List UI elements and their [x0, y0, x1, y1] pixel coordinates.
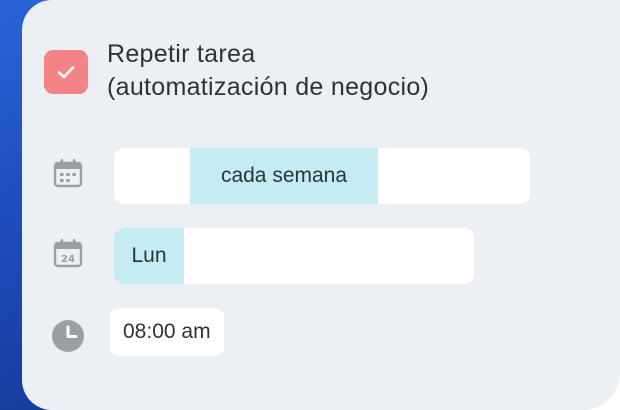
weekday-option-2[interactable] [188, 228, 256, 284]
repeat-task-row: Repetir tarea (automatización de negocio… [44, 38, 429, 104]
repeat-task-checkbox[interactable] [44, 50, 88, 94]
clock-icon [52, 320, 84, 352]
calendar-day-icon: 24 [53, 239, 83, 268]
svg-text:24: 24 [61, 254, 75, 265]
frequency-selector: cada semana [114, 148, 530, 204]
weekday-option-3[interactable] [260, 228, 330, 284]
frequency-option-3[interactable] [382, 148, 454, 204]
frequency-option-1[interactable] [114, 148, 186, 204]
frequency-option-4[interactable] [458, 148, 530, 204]
check-icon [57, 66, 75, 79]
calendar-grid-icon [53, 159, 83, 188]
frequency-option-weekly[interactable]: cada semana [190, 148, 378, 204]
repeat-task-label: Repetir tarea (automatización de negocio… [107, 38, 429, 104]
weekday-option-monday[interactable]: Lun [114, 228, 184, 284]
weekday-selector: Lun [114, 228, 474, 284]
weekday-option-4[interactable] [334, 228, 402, 284]
weekday-option-5[interactable] [406, 228, 474, 284]
repeat-task-card: Repetir tarea (automatización de negocio… [22, 0, 620, 410]
repeat-task-label-line2: (automatización de negocio) [107, 73, 430, 101]
time-field[interactable]: 08:00 am [110, 308, 224, 356]
repeat-task-label-line1: Repetir tarea [107, 40, 256, 68]
